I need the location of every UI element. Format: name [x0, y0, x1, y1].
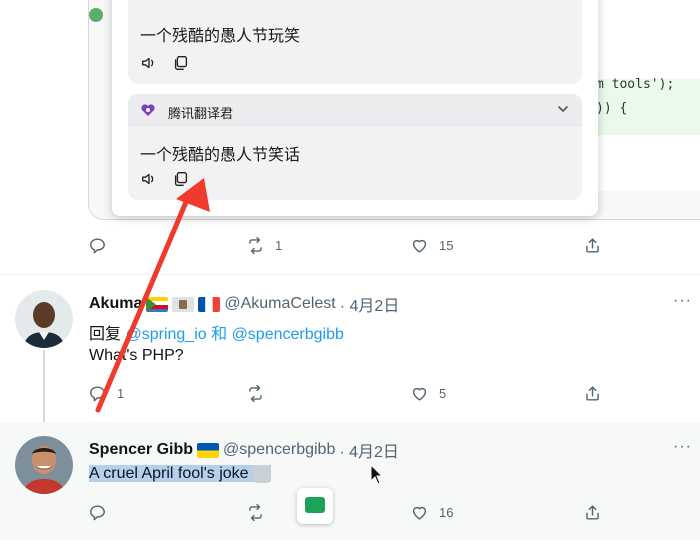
heart-icon: [412, 387, 427, 401]
translation-text-2: 一个残酷的愚人节笑话: [140, 147, 301, 164]
robot-emoji-icon: [252, 465, 271, 483]
tweet-divider: [0, 274, 700, 275]
translation-result-1: 一个残酷的愚人节玩笑: [128, 0, 582, 84]
tweet-date[interactable]: · 4月2日: [340, 292, 400, 316]
retweet-count: 1: [275, 238, 283, 253]
tencent-translator-icon: [140, 103, 156, 117]
author-handle[interactable]: @spencerbgibb: [223, 441, 335, 459]
share-button[interactable]: [583, 503, 602, 522]
tweet-text: What's PHP?: [89, 347, 184, 364]
code-line-1: m tools');: [596, 77, 675, 92]
mention-link[interactable]: @spring_io: [125, 326, 206, 343]
mouse-cursor-icon: [370, 464, 384, 485]
copy-icon[interactable]: [172, 170, 190, 188]
more-options-icon[interactable]: ···: [673, 438, 692, 456]
share-icon: [586, 505, 599, 520]
ukraine-flag-icon: [197, 442, 220, 458]
reply-icon: [90, 238, 105, 254]
tweet-header: Akuma @AkumaCelest · 4月2日: [89, 292, 399, 316]
conjunction-label: 和: [211, 326, 228, 343]
translation-popup: 一个残酷的愚人节玩笑 腾讯翻译君 一个残酷的愚人节笑话: [112, 0, 598, 216]
retweet-icon: [249, 236, 262, 255]
tweet-actions: 16: [88, 503, 608, 527]
translation-actions-2: [140, 170, 190, 188]
translation-actions-1: [140, 54, 190, 72]
heart-icon: [412, 239, 427, 253]
emblem-flag-icon: [172, 296, 195, 312]
translator-quick-launch-icon[interactable]: [297, 488, 333, 524]
like-count: 15: [439, 238, 454, 253]
avatar[interactable]: [15, 290, 73, 348]
tweet-date[interactable]: · 4月2日: [339, 438, 399, 462]
reply-count: 1: [117, 386, 125, 401]
speaker-icon[interactable]: [140, 54, 158, 72]
author-handle[interactable]: @AkumaCelest: [224, 295, 335, 313]
share-icon: [586, 386, 599, 401]
heart-icon: [412, 506, 427, 520]
app-leaf-icon: [89, 8, 103, 22]
copy-icon[interactable]: [172, 54, 190, 72]
reply-button[interactable]: [88, 236, 117, 255]
share-button[interactable]: [583, 384, 602, 403]
reply-to-label: 回复: [89, 326, 122, 343]
translation-text-1: 一个残酷的愚人节玩笑: [140, 28, 301, 45]
reply-button[interactable]: 1: [88, 384, 124, 403]
selected-tweet-text[interactable]: A cruel April fool's joke: [89, 465, 249, 483]
retweet-button[interactable]: [246, 503, 275, 522]
code-line-2: )) {: [596, 101, 628, 116]
france-flag-icon: [198, 296, 221, 312]
mention-link[interactable]: @spencerbgibb: [232, 326, 344, 343]
reply-icon: [90, 505, 105, 521]
speaker-icon[interactable]: [140, 170, 158, 188]
share-icon: [586, 238, 599, 253]
author-name[interactable]: Akuma: [89, 295, 142, 313]
author-name[interactable]: Spencer Gibb: [89, 441, 193, 459]
retweet-button[interactable]: [246, 384, 275, 403]
like-button[interactable]: 15: [410, 236, 453, 255]
tweet-actions: 1 15: [88, 236, 608, 260]
more-options-icon[interactable]: ···: [673, 292, 692, 310]
reply-button[interactable]: [88, 503, 117, 522]
share-button[interactable]: [583, 236, 602, 255]
reply-context: 回复 @spring_io 和 @spencerbgibb: [89, 320, 344, 344]
comoros-flag-icon: [146, 296, 169, 312]
avatar[interactable]: [15, 436, 73, 494]
tweet-actions: 1 5: [88, 384, 608, 408]
translation-provider-name: 腾讯翻译君: [168, 106, 234, 121]
reply-icon: [90, 386, 105, 402]
retweet-button[interactable]: 1: [246, 236, 282, 255]
tweet-header: Spencer Gibb @spencerbgibb · 4月2日: [89, 438, 399, 462]
thread-connector: [43, 350, 45, 430]
like-count: 5: [439, 386, 447, 401]
tweet-text-container: A cruel April fool's joke: [89, 465, 271, 483]
like-count: 16: [439, 505, 454, 520]
translation-provider-header[interactable]: 腾讯翻译君: [128, 94, 582, 126]
code-screenshot: m tools'); )) {: [594, 0, 700, 191]
like-button[interactable]: 5: [410, 384, 446, 403]
chevron-down-icon[interactable]: [556, 102, 570, 119]
retweet-icon: [249, 503, 262, 522]
retweet-icon: [249, 384, 262, 403]
translation-result-2: 腾讯翻译君 一个残酷的愚人节笑话: [128, 94, 582, 200]
like-button[interactable]: 16: [410, 503, 453, 522]
